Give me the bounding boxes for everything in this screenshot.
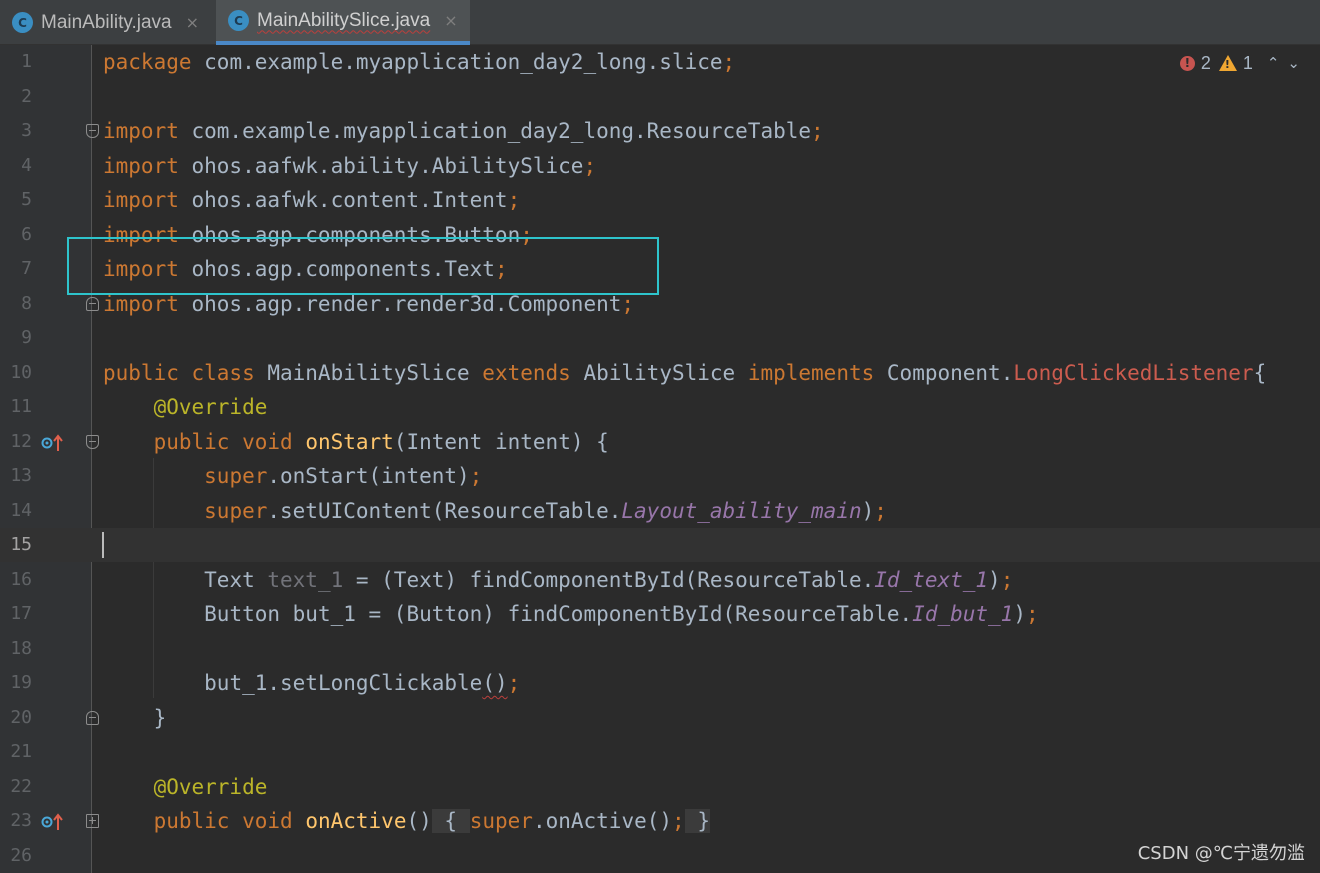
line-number: 13 xyxy=(10,465,32,486)
line-number: 11 xyxy=(10,396,32,417)
current-code-line[interactable]: 15 xyxy=(0,528,1320,562)
code-line[interactable]: 21 xyxy=(0,735,1320,769)
code-line[interactable]: 14 super.setUIContent(ResourceTable.Layo… xyxy=(0,494,1320,528)
code-text: public void onStart(Intent intent) { xyxy=(153,429,609,454)
expand-fold-icon[interactable] xyxy=(86,814,99,828)
error-count: 2 xyxy=(1200,52,1211,73)
java-class-icon: C xyxy=(228,10,249,31)
code-line[interactable]: 18 xyxy=(0,632,1320,666)
fold-icon[interactable] xyxy=(86,710,99,725)
line-number: 12 xyxy=(10,430,32,452)
code-text: @Override xyxy=(153,774,268,799)
line-number: 20 xyxy=(10,706,32,728)
line-number: 19 xyxy=(10,672,32,693)
line-number: 14 xyxy=(10,499,32,521)
line-number: 4 xyxy=(21,154,32,176)
line-number: 22 xyxy=(10,775,32,797)
line-number: 18 xyxy=(10,637,32,659)
override-method-icon[interactable] xyxy=(41,433,65,453)
fold-icon[interactable] xyxy=(86,124,99,138)
line-number: 2 xyxy=(21,85,32,107)
line-number: 8 xyxy=(21,292,32,314)
code-text: import ohos.agp.components.Text; xyxy=(103,257,508,281)
code-text: Button but_1 = (Button) findComponentByI… xyxy=(204,602,1039,626)
code-line[interactable]: 6 import ohos.agp.components.Button; xyxy=(0,218,1320,252)
fold-icon[interactable] xyxy=(86,296,99,311)
tab-label: MainAbility.java xyxy=(41,11,172,33)
warning-counter[interactable]: ! 1 xyxy=(1218,52,1253,74)
line-number: 10 xyxy=(10,361,32,383)
line-number: 5 xyxy=(21,189,32,210)
folded-region[interactable]: } xyxy=(684,809,710,833)
inspection-widget[interactable]: ! 2 ! 1 ⌃ ⌄ xyxy=(1179,51,1300,75)
code-line[interactable]: 8 import ohos.agp.render.render3d.Compon… xyxy=(0,287,1320,321)
line-number: 1 xyxy=(21,51,32,72)
code-line[interactable]: 12 public void onStart(Intent intent) { xyxy=(0,425,1320,459)
line-number: 15 xyxy=(10,534,32,555)
code-line[interactable]: 11 @Override xyxy=(0,390,1320,424)
code-line[interactable]: 23 public void onActive() { super.onActi… xyxy=(0,804,1320,838)
tab-mainabilityslice-java[interactable]: C MainAbilitySlice.java × xyxy=(216,0,470,45)
folded-region[interactable]: { xyxy=(431,809,470,833)
editor-tab-bar: C MainAbility.java × C MainAbilitySlice.… xyxy=(0,0,1320,45)
code-text: public void onActive() { super.onActive(… xyxy=(153,809,710,833)
code-line[interactable]: 4 import ohos.aafwk.ability.AbilitySlice… xyxy=(0,149,1320,183)
code-text: @Override xyxy=(153,395,268,419)
code-line[interactable]: 2 xyxy=(0,80,1320,114)
warning-count: 1 xyxy=(1242,52,1253,73)
code-line[interactable]: 26 xyxy=(0,839,1320,873)
fold-icon[interactable] xyxy=(86,434,99,449)
code-line[interactable]: 22 @Override xyxy=(0,770,1320,804)
code-line[interactable]: 3 import com.example.myapplication_day2_… xyxy=(0,114,1320,148)
line-number: 6 xyxy=(21,223,32,245)
line-number: 17 xyxy=(10,603,32,624)
text-caret xyxy=(102,532,104,558)
code-line[interactable]: 19 but_1.setLongClickable(); xyxy=(0,666,1320,700)
close-tab-icon[interactable]: × xyxy=(444,11,457,30)
close-tab-icon[interactable]: × xyxy=(186,13,199,32)
line-number: 9 xyxy=(21,327,32,348)
line-number: 3 xyxy=(21,120,32,141)
code-line[interactable]: 1 package com.example.myapplication_day2… xyxy=(0,45,1320,79)
code-text: super.onStart(intent); xyxy=(204,464,483,488)
code-line[interactable]: 16 Text text_1 = (Text) findComponentByI… xyxy=(0,563,1320,597)
code-text: super.setUIContent(ResourceTable.Layout_… xyxy=(204,498,887,523)
code-text: but_1.setLongClickable(); xyxy=(204,671,521,695)
next-highlight-icon[interactable]: ⌄ xyxy=(1287,54,1300,72)
code-text: import ohos.agp.components.Button; xyxy=(103,222,533,247)
error-icon: ! xyxy=(1179,55,1195,71)
code-text: package com.example.myapplication_day2_l… xyxy=(103,50,736,74)
line-number: 21 xyxy=(10,741,32,762)
line-number: 23 xyxy=(10,810,32,831)
line-number: 26 xyxy=(10,844,32,866)
code-text: import ohos.agp.render.render3d.Componen… xyxy=(103,291,635,316)
warning-icon: ! xyxy=(1218,55,1237,71)
code-line[interactable]: 5 import ohos.aafwk.content.Intent; xyxy=(0,183,1320,217)
watermark: CSDN @℃宁遗勿滥 xyxy=(1137,843,1305,864)
code-line[interactable]: 7 import ohos.agp.components.Text; xyxy=(0,252,1320,286)
code-line[interactable]: 9 xyxy=(0,321,1320,355)
code-editor[interactable]: 1 package com.example.myapplication_day2… xyxy=(0,45,1320,873)
override-method-icon[interactable] xyxy=(41,812,65,832)
code-line[interactable]: 17 Button but_1 = (Button) findComponent… xyxy=(0,597,1320,631)
code-text: Text text_1 = (Text) findComponentById(R… xyxy=(204,567,1014,592)
code-text: import ohos.aafwk.ability.AbilitySlice; xyxy=(103,153,597,178)
tab-label: MainAbilitySlice.java xyxy=(257,9,431,31)
tab-mainability-java[interactable]: C MainAbility.java × xyxy=(0,0,214,45)
code-text: public class MainAbilitySlice extends Ab… xyxy=(103,360,1267,385)
code-line[interactable]: 13 super.onStart(intent); xyxy=(0,459,1320,493)
code-line[interactable]: 20 } xyxy=(0,701,1320,735)
previous-highlight-icon[interactable]: ⌃ xyxy=(1267,54,1280,72)
code-text: } xyxy=(153,705,167,730)
code-text: import com.example.myapplication_day2_lo… xyxy=(103,119,824,143)
code-line[interactable]: 10 public class MainAbilitySlice extends… xyxy=(0,356,1320,390)
java-class-icon: C xyxy=(12,12,33,33)
line-number: 7 xyxy=(21,258,32,279)
code-text: import ohos.aafwk.content.Intent; xyxy=(103,188,521,212)
error-counter[interactable]: ! 2 xyxy=(1179,52,1211,74)
line-number: 16 xyxy=(10,568,32,590)
